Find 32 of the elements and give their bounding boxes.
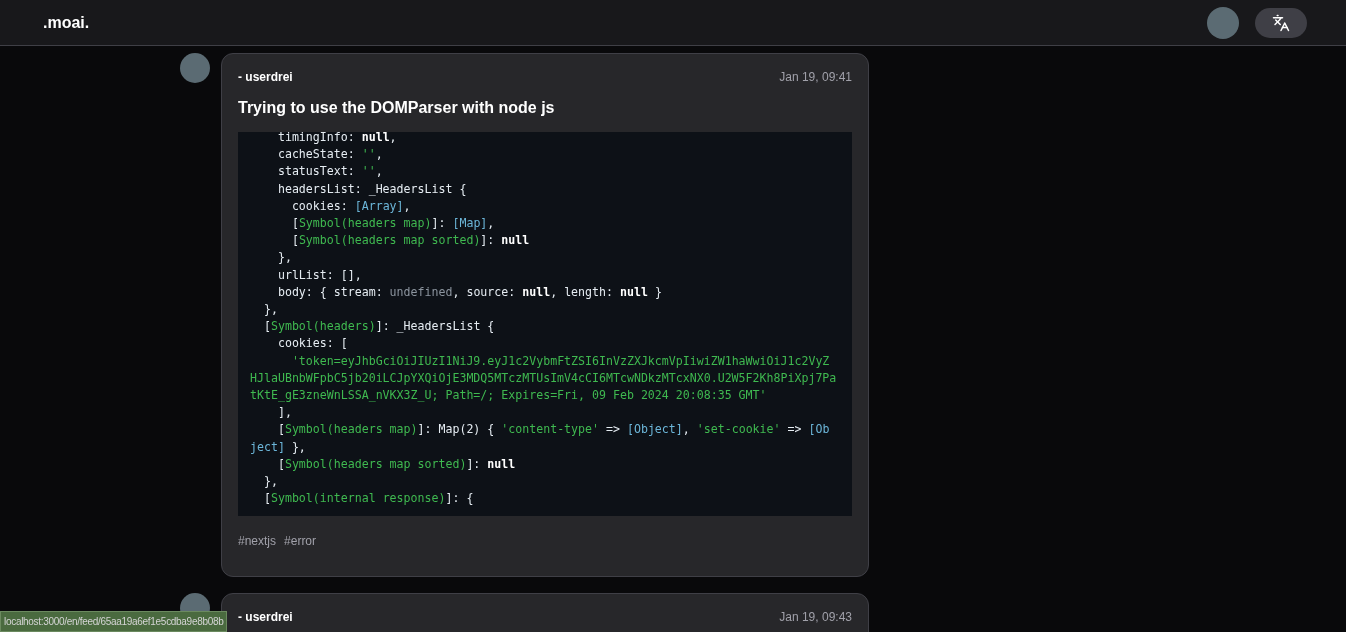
- code-line: urlList: [],: [276, 266, 363, 284]
- translate-icon: [1272, 13, 1290, 32]
- tag-link[interactable]: #nextjs: [238, 532, 277, 550]
- logo[interactable]: .moai.: [43, 10, 90, 35]
- code-line: [Symbol(headers map)]: [Map],: [290, 215, 496, 232]
- user-avatar[interactable]: [1207, 6, 1239, 39]
- code-line: statusText: '',: [276, 163, 384, 181]
- code-line: body: { stream: undefined, source: null, length: null }: [276, 283, 663, 301]
- status-bar-url: localhost:3000/en/feed/65aa19a6ef1e5cdba9e8b08b: [0, 611, 228, 632]
- author-name[interactable]: - userdrei: [238, 68, 293, 86]
- author-name[interactable]: - userdrei: [238, 608, 293, 626]
- code-line: headersList: _HeadersList {: [276, 180, 468, 198]
- post-time: Jan 19, 09:43: [779, 609, 852, 626]
- code-line: [Symbol(headers map)]: Map(2) { 'content-type' => [Object], 'set-cookie' => [Object] },: [250, 421, 831, 456]
- code-line: [Symbol(internal response)]: {: [262, 490, 475, 508]
- avatar: [180, 53, 210, 83]
- code-line: timingInfo: null,: [276, 132, 398, 146]
- code-line: },: [262, 473, 279, 491]
- code-line: [Symbol(headers map sorted)]: null: [276, 455, 517, 473]
- post-time: Jan 19, 09:41: [779, 69, 852, 86]
- code-line: [Symbol(headers map sorted)]: null: [290, 232, 531, 250]
- translate-button[interactable]: [1255, 7, 1307, 38]
- code-line: cacheState: '',: [276, 146, 384, 164]
- code-line: [Symbol(headers)]: _HeadersList {: [262, 318, 496, 336]
- code-line: cookies: [Array],: [290, 197, 412, 215]
- code-line: },: [262, 301, 279, 319]
- code-line: },: [276, 249, 293, 267]
- code-line: 'token=eyJhbGciOiJIUzI1NiJ9.eyJ1c2VybmFtZSI6InVzZXJkcmVpIiwiZW1haWwiOiJ1c2VyZHJlaUBnbWFpbC5jb20iLCJpYXQiOjE3MDQ5MTczMTUsImV4cCI6MTcwNDkzMTcxNX0.U2W5F2Kh8PiXpj7PatKtE_gE3zneWnLSSA_nVKX3Z_U; Path=/; Expires=Fri, 09 Feb 2024 20:08:35 GMT': [250, 352, 837, 405]
- post-title: Trying to use the DOMParser with node js: [238, 98, 556, 118]
- tag-link[interactable]: #error: [284, 532, 317, 550]
- code-line: ],: [276, 404, 293, 422]
- code-line: cookies: [: [276, 335, 349, 353]
